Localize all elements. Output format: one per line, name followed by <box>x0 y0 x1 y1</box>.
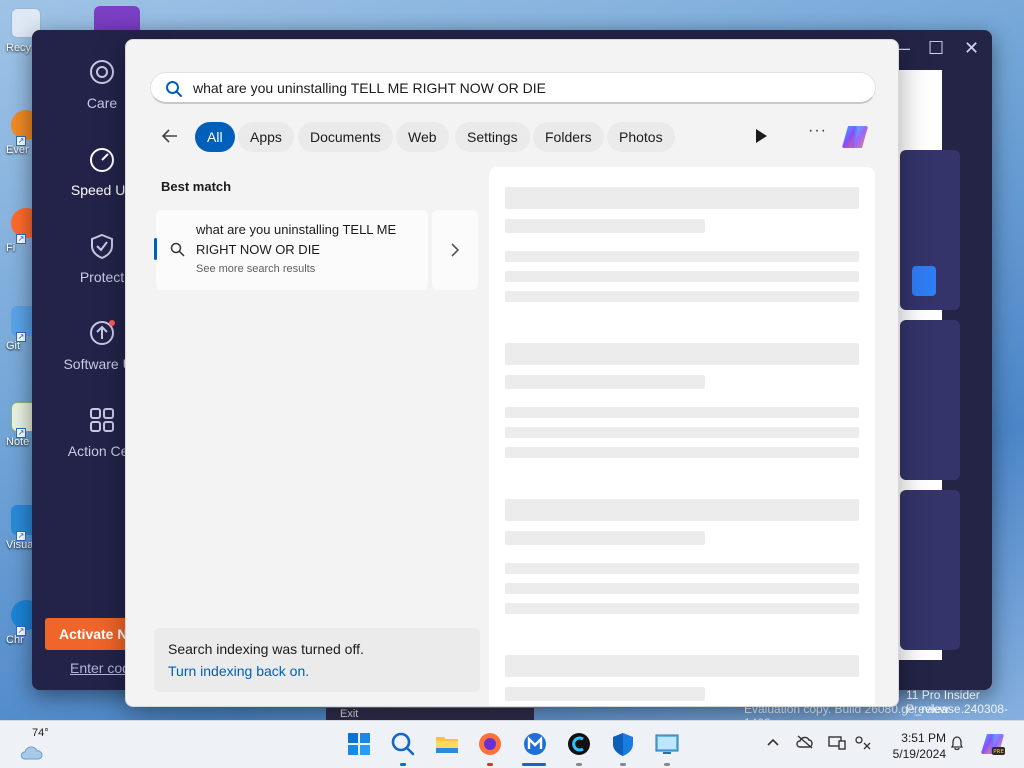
filter-folders[interactable]: Folders <box>533 122 604 152</box>
best-match-title: what are you uninstalling TELL ME RIGHT … <box>196 222 397 257</box>
update-icon <box>90 320 115 345</box>
weather-widget[interactable]: 74° <box>18 727 58 763</box>
onedrive-offline-icon[interactable] <box>796 735 814 753</box>
skeleton-line <box>505 687 705 701</box>
skeleton-line <box>505 291 859 302</box>
skeleton-line <box>505 251 859 262</box>
search-result-icon <box>170 242 185 257</box>
filter-documents[interactable]: Documents <box>298 122 393 152</box>
shortcut-arrow-icon: ↗ <box>16 136 26 146</box>
filter-settings[interactable]: Settings <box>455 122 530 152</box>
copilot-taskbar-icon[interactable]: PRE <box>980 731 1006 757</box>
copilot-icon[interactable] <box>840 122 870 152</box>
skeleton-line <box>505 271 859 282</box>
shield-icon <box>91 233 113 260</box>
remote-desktop-icon[interactable] <box>654 731 680 757</box>
skeleton-line <box>505 563 859 574</box>
weather-temperature: 74° <box>32 727 49 739</box>
shortcut-arrow-icon: ↗ <box>16 234 26 244</box>
ccleaner-running-indicator <box>576 763 582 766</box>
maximize-button[interactable]: ☐ <box>928 38 944 59</box>
taskbar: 74° 3:51 PM 5/19/2024 PRE <box>0 720 1024 768</box>
filter-photos[interactable]: Photos <box>607 122 675 152</box>
filter-all[interactable]: All <box>195 122 235 152</box>
best-match-subtitle: See more search results <box>196 263 316 275</box>
play-icon[interactable] <box>754 128 768 144</box>
volume-muted-icon[interactable] <box>854 735 872 753</box>
clock-time: 3:51 PM <box>901 731 946 745</box>
shortcut-arrow-icon: ↗ <box>16 332 26 342</box>
skeleton-line <box>505 531 705 545</box>
malwarebytes-active-indicator <box>522 763 546 766</box>
shortcut-arrow-icon: ↗ <box>16 626 26 636</box>
indexing-message: Search indexing was turned off. <box>168 641 364 657</box>
best-match-heading: Best match <box>161 179 232 194</box>
clock[interactable]: 3:51 PM 5/19/2024 <box>880 730 946 762</box>
shortcut-arrow-icon: ↗ <box>16 428 26 438</box>
defender-shield-icon[interactable] <box>610 731 636 757</box>
filter-web[interactable]: Web <box>396 122 449 152</box>
notification-bell-icon[interactable] <box>948 735 966 753</box>
best-match-expand-button[interactable] <box>432 210 478 290</box>
search-flyout: All Apps Documents Web Settings Folders … <box>125 39 899 707</box>
skeleton-line <box>505 499 859 521</box>
search-filter-bar: All Apps Documents Web Settings Folders … <box>150 120 876 154</box>
skeleton-line <box>505 343 859 365</box>
firefox-icon[interactable] <box>477 731 503 757</box>
selection-indicator <box>154 238 157 260</box>
network-display-icon[interactable] <box>828 735 846 753</box>
care-icon <box>90 60 114 84</box>
speedometer-icon <box>90 148 114 172</box>
app-action-button[interactable] <box>912 266 936 296</box>
skeleton-line <box>505 407 859 418</box>
turn-indexing-on-link[interactable]: Turn indexing back on. <box>168 663 309 679</box>
search-active-indicator <box>400 763 406 766</box>
shortcut-arrow-icon: ↗ <box>16 531 26 541</box>
skeleton-line <box>505 655 859 677</box>
skeleton-line <box>505 427 859 438</box>
skeleton-line <box>505 583 859 594</box>
chevron-right-icon <box>451 243 460 257</box>
enter-code-link[interactable]: Enter cod <box>70 660 130 676</box>
best-match-result[interactable]: what are you uninstalling TELL ME RIGHT … <box>154 210 428 290</box>
grid-icon <box>90 408 114 432</box>
taskbar-search-icon[interactable] <box>390 731 416 757</box>
close-button[interactable]: ✕ <box>964 38 979 59</box>
app-card <box>900 490 960 650</box>
exit-menu-item[interactable]: Exit <box>326 708 534 720</box>
ccleaner-icon[interactable] <box>566 731 592 757</box>
svg-text:PRE: PRE <box>993 749 1004 755</box>
file-explorer-icon[interactable] <box>434 731 460 757</box>
windows-start-icon[interactable] <box>346 731 372 757</box>
search-box[interactable] <box>150 72 876 104</box>
clock-date: 5/19/2024 <box>892 747 946 761</box>
search-icon <box>166 81 182 97</box>
skeleton-line <box>505 219 705 233</box>
cloud-icon <box>20 746 43 760</box>
skeleton-line <box>505 187 859 209</box>
skeleton-line <box>505 447 859 458</box>
chevron-up-icon[interactable] <box>764 735 782 753</box>
skeleton-line <box>505 603 859 614</box>
rdp-running-indicator <box>664 763 670 766</box>
indexing-notice: Search indexing was turned off. Turn ind… <box>154 628 480 692</box>
filter-apps[interactable]: Apps <box>238 122 294 152</box>
more-options-icon[interactable]: ··· <box>808 122 827 140</box>
search-input[interactable] <box>193 77 853 99</box>
app-card <box>900 320 960 480</box>
firefox-running-indicator <box>487 763 493 766</box>
defender-running-indicator <box>620 763 626 766</box>
skeleton-line <box>505 375 705 389</box>
preview-pane-loading <box>489 167 875 706</box>
back-arrow-icon[interactable] <box>160 126 182 148</box>
malwarebytes-icon[interactable] <box>522 731 548 757</box>
